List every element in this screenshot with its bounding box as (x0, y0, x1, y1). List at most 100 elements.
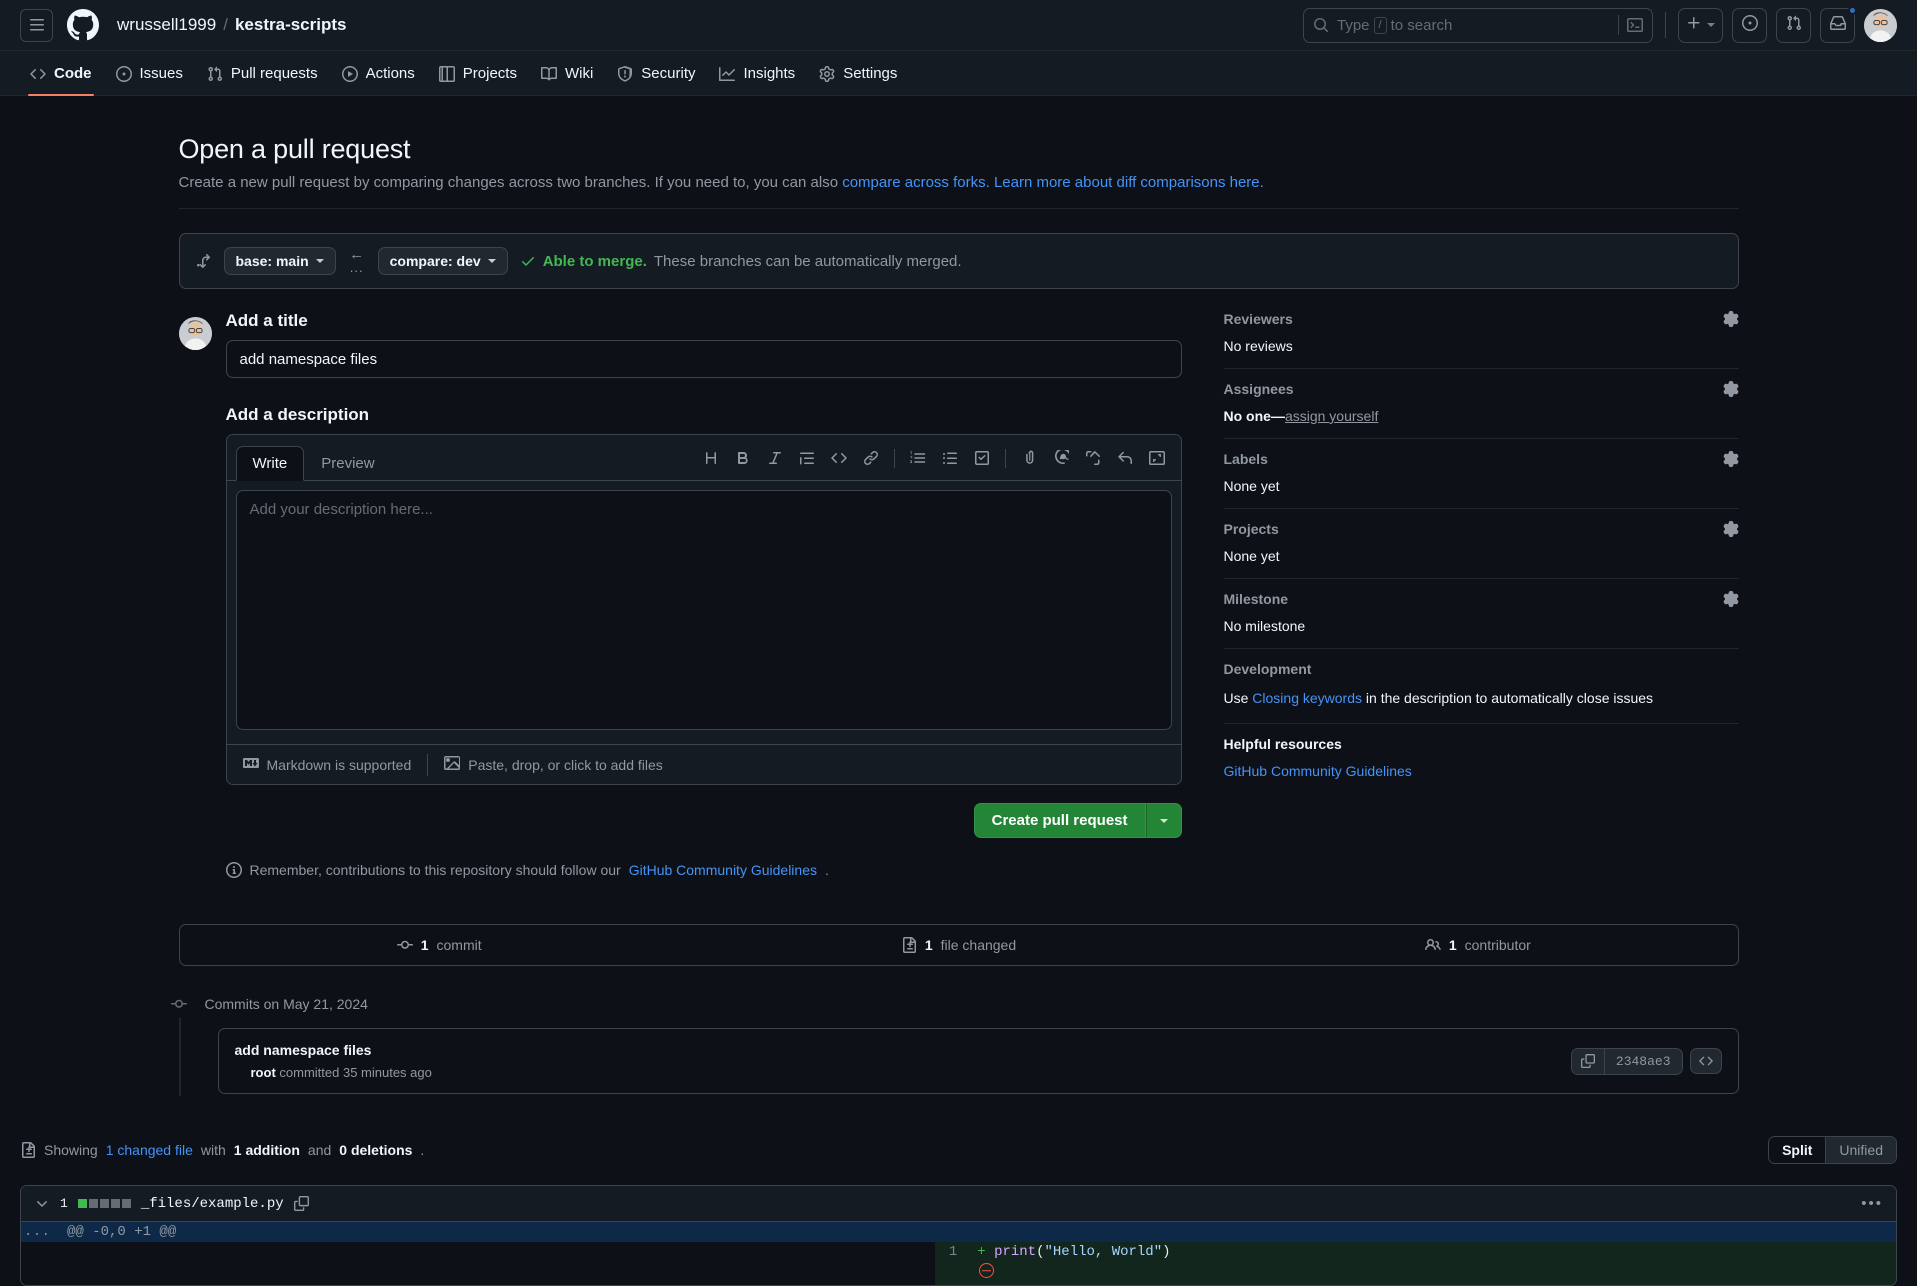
global-header: wrussell1999 / kestra-scripts Type / to … (0, 0, 1917, 51)
mention-icon[interactable] (1046, 444, 1076, 472)
image-icon (444, 755, 460, 774)
compare-across-forks-link[interactable]: compare across forks. (842, 174, 990, 191)
nav-label: Projects (463, 65, 517, 82)
pull-requests-button[interactable] (1776, 8, 1811, 43)
kebab-horizontal-icon[interactable]: ••• (1861, 1195, 1883, 1212)
github-logo-icon[interactable] (67, 9, 99, 41)
create-pull-request-dropdown[interactable] (1146, 803, 1182, 838)
nav-insights[interactable]: Insights (709, 59, 805, 88)
nav-security[interactable]: Security (607, 59, 705, 88)
numbered-list-icon[interactable] (903, 444, 933, 472)
task-list-icon[interactable] (967, 444, 997, 472)
base-branch-selector[interactable]: base: main (224, 247, 336, 275)
search-input[interactable]: Type / to search (1303, 8, 1653, 43)
nav-issues[interactable]: Issues (106, 59, 193, 88)
code-icon[interactable] (824, 444, 854, 472)
compare-branch-selector[interactable]: compare: dev (378, 247, 508, 275)
diff-comparisons-link[interactable]: Learn more about diff comparisons here. (994, 174, 1264, 191)
diff-hunk-row: ... @@ -0,0 +1 @@ (21, 1222, 1896, 1242)
hamburger-icon[interactable] (20, 9, 53, 42)
diffstat-block-none (100, 1199, 109, 1208)
helpful-resources-title: Helpful resources (1224, 736, 1739, 752)
fullscreen-icon[interactable] (1142, 444, 1172, 472)
closing-keywords-link[interactable]: Closing keywords (1252, 690, 1362, 706)
attach-files-note[interactable]: Paste, drop, or click to add files (428, 745, 679, 784)
diff-showing-text: Showing 1 changed file with 1 addition a… (20, 1142, 424, 1158)
create-pull-request-button[interactable]: Create pull request (974, 803, 1146, 838)
copy-path-icon[interactable] (294, 1196, 309, 1211)
breadcrumb-owner[interactable]: wrussell1999 (117, 15, 216, 35)
terminal-icon[interactable] (1627, 17, 1643, 33)
diff-right-line-number[interactable]: 1 (935, 1242, 968, 1285)
chevron-down-icon[interactable] (34, 1196, 50, 1212)
sidebar-section-title: Milestone (1224, 591, 1289, 607)
nav-actions[interactable]: Actions (332, 59, 425, 88)
sidebar-projects-value: None yet (1224, 548, 1739, 564)
notifications-button[interactable] (1820, 8, 1855, 43)
saved-reply-icon[interactable] (1078, 444, 1108, 472)
tab-write[interactable]: Write (236, 446, 305, 481)
page-subtitle: Create a new pull request by comparing c… (179, 174, 1739, 209)
nav-wiki[interactable]: Wiki (531, 59, 603, 88)
merge-status: Able to merge. These branches can be aut… (520, 253, 962, 270)
heading-icon[interactable] (696, 444, 726, 472)
bold-icon[interactable] (728, 444, 758, 472)
diff-table: ... @@ -0,0 +1 @@ 1 + print("Hello, Worl… (21, 1222, 1896, 1285)
sidebar-section-development: Development Use Closing keywords in the … (1224, 649, 1739, 724)
community-guidelines-link[interactable]: GitHub Community Guidelines (629, 862, 817, 878)
gear-icon[interactable] (1723, 311, 1739, 327)
quote-icon[interactable] (792, 444, 822, 472)
split-view-button[interactable]: Split (1769, 1137, 1826, 1163)
commit-sha[interactable]: 2348ae3 (1605, 1049, 1682, 1074)
play-icon (342, 66, 358, 82)
italic-icon[interactable] (760, 444, 790, 472)
subtitle-text: Create a new pull request by comparing c… (179, 174, 843, 191)
author-avatar (179, 317, 212, 350)
hunk-expand-button[interactable]: ... (21, 1222, 54, 1242)
summary-commits[interactable]: 1 commit (180, 925, 699, 965)
browse-code-button[interactable] (1690, 1048, 1722, 1074)
attach-file-icon[interactable] (1014, 444, 1044, 472)
pr-title-input[interactable] (226, 340, 1182, 378)
diffstat-block-none (111, 1199, 120, 1208)
diff-header-row: Showing 1 changed file with 1 addition a… (20, 1136, 1897, 1164)
commit-row: add namespace files root committed 35 mi… (218, 1028, 1739, 1094)
pr-description-textarea[interactable] (236, 490, 1172, 730)
commit-info: add namespace files root committed 35 mi… (235, 1042, 1571, 1080)
sidebar-assignees-header: Assignees (1224, 381, 1739, 397)
gear-icon[interactable] (1723, 591, 1739, 607)
create-new-button[interactable] (1678, 8, 1723, 43)
bulleted-list-icon[interactable] (935, 444, 965, 472)
diff-file-name[interactable]: _files/example.py (141, 1196, 284, 1212)
compare-arrow: ← ... (348, 250, 366, 272)
diffstat-block-add (78, 1199, 87, 1208)
nav-settings[interactable]: Settings (809, 59, 907, 88)
nav-pull-requests[interactable]: Pull requests (197, 59, 328, 88)
gear-icon[interactable] (1723, 451, 1739, 467)
toolbar-divider (894, 449, 895, 468)
unified-view-button[interactable]: Unified (1826, 1137, 1896, 1163)
reply-icon[interactable] (1110, 444, 1140, 472)
user-avatar[interactable] (1864, 9, 1897, 42)
breadcrumb-repo[interactable]: kestra-scripts (235, 15, 347, 35)
gear-icon[interactable] (1723, 521, 1739, 537)
markdown-supported-note[interactable]: Markdown is supported (227, 745, 428, 784)
copy-icon[interactable] (1572, 1049, 1605, 1074)
nav-code[interactable]: Code (20, 59, 102, 88)
link-icon[interactable] (856, 444, 886, 472)
sidebar-projects-header: Projects (1224, 521, 1739, 537)
compare-branch-label: compare: dev (390, 253, 481, 269)
gear-icon[interactable] (1723, 381, 1739, 397)
summary-contributors[interactable]: 1 contributor (1218, 925, 1737, 965)
community-guidelines-note: Remember, contributions to this reposito… (226, 862, 1182, 878)
commit-author[interactable]: root (251, 1065, 276, 1080)
assign-yourself-link[interactable]: assign yourself (1285, 408, 1378, 424)
commit-message[interactable]: add namespace files (235, 1042, 1571, 1058)
issues-button[interactable] (1732, 8, 1767, 43)
tab-preview[interactable]: Preview (304, 446, 391, 481)
merge-status-detail: These branches can be automatically merg… (654, 253, 962, 270)
changed-files-link[interactable]: 1 changed file (106, 1142, 193, 1158)
helpful-guidelines-link[interactable]: GitHub Community Guidelines (1224, 763, 1412, 779)
summary-files[interactable]: 1 file changed (699, 925, 1218, 965)
nav-projects[interactable]: Projects (429, 59, 527, 88)
